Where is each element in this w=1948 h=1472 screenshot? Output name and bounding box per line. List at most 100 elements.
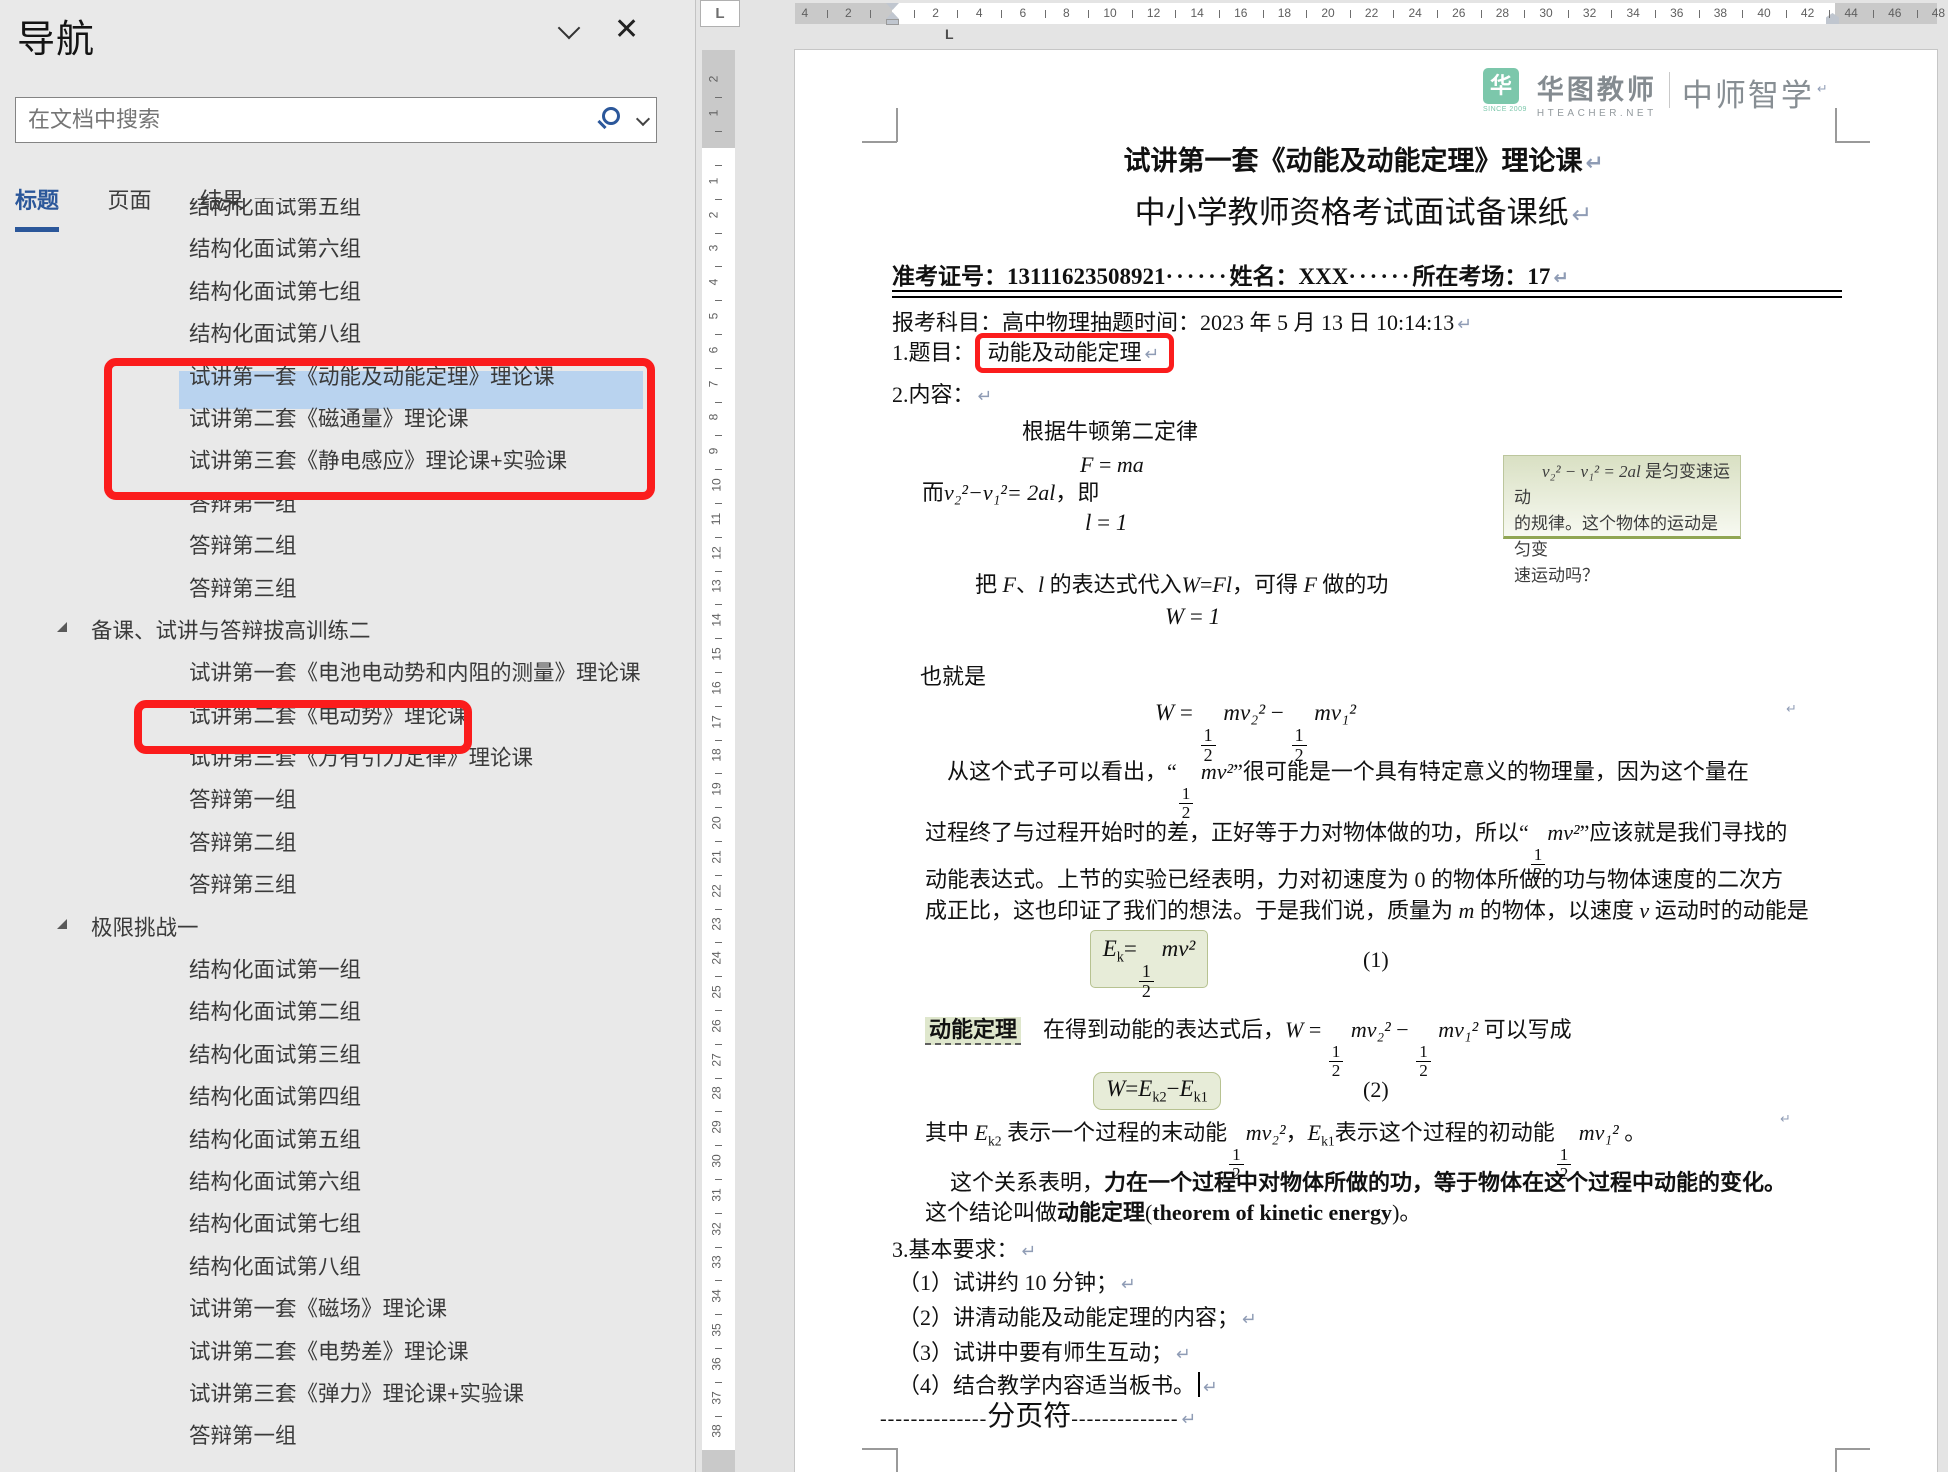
collapse-triangle-icon[interactable] <box>57 919 67 929</box>
ruler-tick <box>715 233 722 234</box>
paragraph-line: 从这个式子可以看出，“12 mv²”很可能是一个具有特定意义的物理量，因为这个量… <box>947 757 1749 822</box>
nav-item-label: 结构化面试第八组 <box>189 317 361 348</box>
ruler-number: 30 <box>1539 6 1552 20</box>
ruler-tick <box>715 942 722 943</box>
nav-item[interactable]: 结构化面试第六组 <box>0 1157 696 1199</box>
nav-item[interactable]: 结构化面试第七组 <box>0 1199 696 1241</box>
term-highlight: 动能定理 <box>925 1017 1021 1045</box>
nav-item[interactable]: 试讲第三套《弹力》理论课+实验课 <box>0 1369 696 1411</box>
tab-selector-button[interactable]: L <box>700 0 740 27</box>
nav-item[interactable]: 答辩第二组 <box>0 521 696 563</box>
ruler-number: 24 <box>1409 6 1422 20</box>
ruler-number: 48 <box>1932 6 1945 20</box>
ruler-number: 35 <box>710 1323 724 1336</box>
ruler-number: 42 <box>1801 6 1814 20</box>
nav-item-label: 结构化面试第二组 <box>189 995 361 1026</box>
search-options-caret-icon[interactable] <box>636 112 650 126</box>
nav-item[interactable]: 结构化面试第五组 <box>0 198 696 224</box>
equation-w2: W = 12 mv₂² − 12 mv₁² <box>1155 698 1356 764</box>
nav-item-label: 结构化面试第五组 <box>189 1123 361 1154</box>
nav-item[interactable]: 结构化面试第六组 <box>0 224 696 266</box>
ruler-number: 17 <box>710 715 724 728</box>
ruler-number: 28 <box>1496 6 1509 20</box>
nav-item[interactable]: 答辩第一组 <box>0 1411 696 1453</box>
nav-item-label: 结构化面试第六组 <box>189 232 361 263</box>
nav-item[interactable]: 备课、试讲与答辩拔高训练二 <box>0 606 696 648</box>
pilcrow-mark: ↵ <box>1572 200 1593 229</box>
ruler-number: 11 <box>709 513 723 525</box>
ruler-tick <box>1001 10 1002 18</box>
nav-item-label: 试讲第一套《磁场》理论课 <box>189 1292 447 1323</box>
chevron-down-icon[interactable] <box>556 20 582 40</box>
paragraph-line: 成正比，这也印证了我们的想法。于是我们说，质量为 m 的物体，以速度 v 运动时… <box>925 896 1809 926</box>
ruler-tick <box>1611 10 1612 18</box>
ruler-number: 4 <box>706 279 720 286</box>
nav-item[interactable]: 结构化面试第四组 <box>0 1072 696 1114</box>
tab-stop-marker[interactable]: L <box>945 26 954 42</box>
ruler-tick <box>715 1416 722 1417</box>
pilcrow-mark: ↵ <box>1242 1310 1257 1330</box>
nav-item[interactable]: 答辩第三组 <box>0 564 696 606</box>
document-page[interactable]: 华 SINCE 2009 华图教师 HTEACHER.NET 中师智学 ↵ 试讲… <box>795 50 1937 1472</box>
nav-item-label: 试讲第二套《电势差》理论课 <box>189 1335 469 1366</box>
ruler-tick <box>715 266 722 267</box>
ruler-tick <box>715 537 722 538</box>
nav-item[interactable]: 结构化面试第二组 <box>0 987 696 1029</box>
ruler-number: 20 <box>710 816 724 829</box>
close-icon[interactable]: ✕ <box>614 12 639 48</box>
annotation-red-box-2 <box>134 700 472 754</box>
search-input[interactable] <box>28 98 568 142</box>
ruler-number: 27 <box>710 1053 724 1066</box>
ruler-number: 38 <box>1714 6 1727 20</box>
requirement-item: （4）结合教学内容适当板书。↵ <box>898 1371 1218 1403</box>
nav-item[interactable]: 结构化面试第一组 <box>0 945 696 987</box>
nav-item[interactable]: 答辩第一组 <box>0 775 696 817</box>
ruler-tick <box>715 571 722 572</box>
nav-item[interactable]: 结构化面试第三组 <box>0 1030 696 1072</box>
nav-item[interactable]: 试讲第一套《电池电动势和内阻的测量》理论课 <box>0 648 696 690</box>
header-logo: 华 SINCE 2009 华图教师 HTEACHER.NET 中师智学 ↵ <box>1483 68 1828 119</box>
nav-item[interactable]: 结构化面试第五组 <box>0 1115 696 1157</box>
nav-item[interactable]: 试讲第一套《磁场》理论课 <box>0 1284 696 1326</box>
equation-tag-1: (1) <box>1363 945 1389 975</box>
search-box <box>15 97 657 143</box>
ruler-tick <box>715 604 722 605</box>
ruler-number: 37 <box>710 1391 724 1404</box>
pilcrow-mark: ↵ <box>1457 315 1472 335</box>
pilcrow-mark: ↵ <box>978 387 993 407</box>
ruler-number: 7 <box>706 380 720 387</box>
ruler-number: 15 <box>710 647 724 660</box>
ruler-number: 1 <box>706 110 720 117</box>
margin-note-callout: v₂² − v₁² = 2al 是匀变速运动 的规律。这个物体的运动是匀变 速运… <box>1503 455 1741 539</box>
question-topic-line: 1.题目：动能及动能定理↵ <box>892 338 1174 370</box>
ruler-tick <box>1393 10 1394 18</box>
ruler-number: 1 <box>706 177 720 184</box>
nav-item[interactable]: 结构化面试第八组 <box>0 309 696 351</box>
ruler-number: 2 <box>706 211 720 218</box>
nav-item[interactable]: 试讲第二套《电势差》理论课 <box>0 1327 696 1369</box>
pilcrow-mark: ↵ <box>1817 82 1828 97</box>
left-indent-marker[interactable] <box>886 19 899 25</box>
ruler-tick <box>715 199 722 200</box>
ruler-tick <box>715 672 722 673</box>
nav-item[interactable]: 答辩第二组 <box>0 818 696 860</box>
requirement-item: （2）讲清动能及动能定理的内容；↵ <box>898 1303 1257 1335</box>
nav-item[interactable]: 结构化面试第七组 <box>0 267 696 309</box>
nav-item-label: 结构化面试第五组 <box>189 198 361 221</box>
nav-item[interactable]: 极限挑战一 <box>0 903 696 945</box>
pilcrow-mark: ↵ <box>1121 1275 1136 1295</box>
ruler-number: 32 <box>1583 6 1596 20</box>
nav-item-label: 结构化面试第七组 <box>189 275 361 306</box>
ruler-number: 38 <box>710 1425 724 1438</box>
ruler-tick <box>715 368 722 369</box>
collapse-triangle-icon[interactable] <box>57 622 67 632</box>
search-icon[interactable] <box>602 107 620 125</box>
ruler-number: 25 <box>710 985 724 998</box>
ruler-tick <box>827 10 828 18</box>
ruler-number: 8 <box>706 414 720 421</box>
ruler-tick <box>1568 10 1569 18</box>
ruler-tick <box>1306 10 1307 18</box>
nav-item[interactable]: 答辩第三组 <box>0 860 696 902</box>
nav-item[interactable]: 结构化面试第八组 <box>0 1242 696 1284</box>
pilcrow-mark: ↵ <box>1145 345 1160 365</box>
